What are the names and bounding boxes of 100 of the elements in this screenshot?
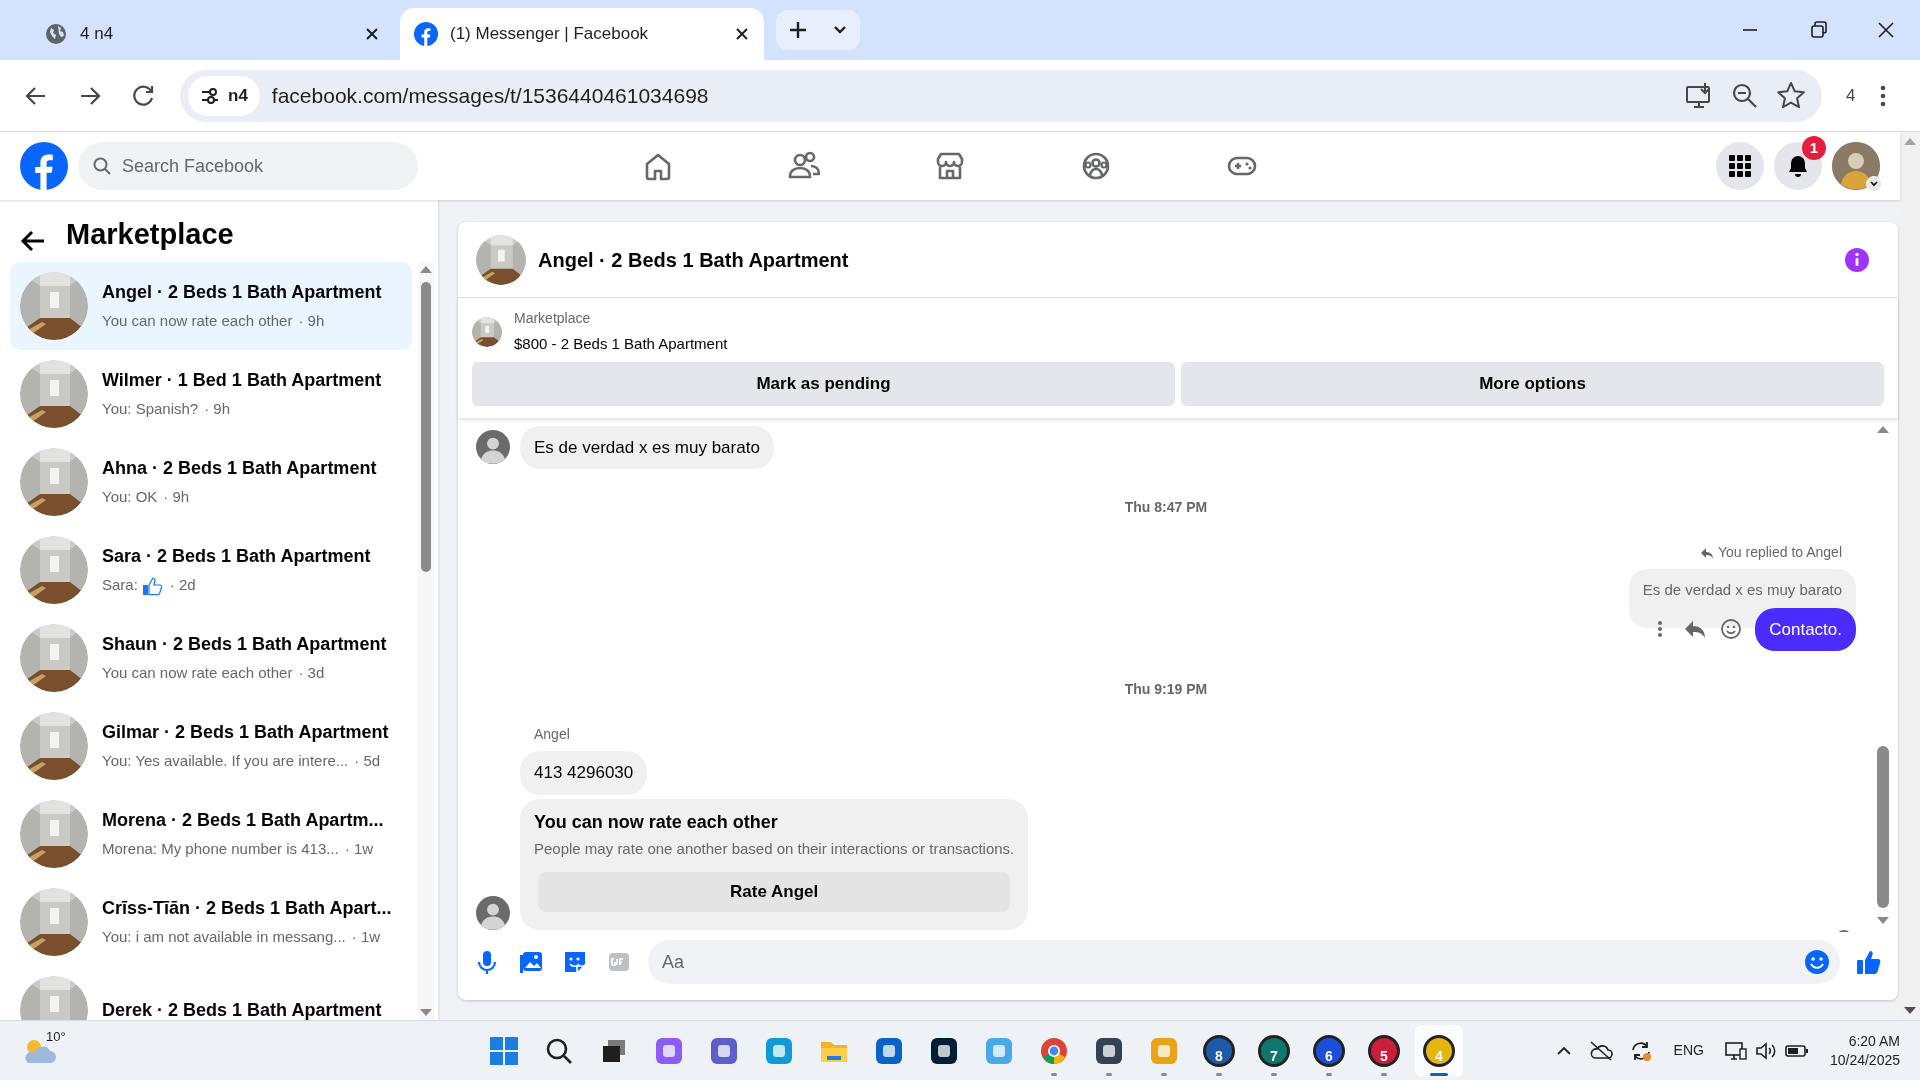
emoji-icon[interactable]: [1804, 949, 1830, 975]
url-text: facebook.com/messages/t/1536440461034698: [271, 82, 710, 109]
conversation-name: Angel · 2 Beds 1 Bath Apartment: [102, 281, 382, 305]
message-time: · 2d: [169, 575, 196, 596]
gauge-icon: 8: [1203, 1034, 1235, 1067]
conversation-name: Shaun · 2 Beds 1 Bath Apartment: [102, 633, 387, 657]
sidebar-title: Marketplace: [66, 217, 234, 252]
scroll-down-icon[interactable]: [1903, 1006, 1917, 1016]
browser-tab[interactable]: 4 n4: [30, 8, 394, 60]
taskbar-app[interactable]: 7: [1250, 1024, 1298, 1077]
taskbar-app[interactable]: 5: [1360, 1024, 1408, 1077]
clock-time[interactable]: 6:20 AM: [1848, 1031, 1900, 1051]
rate-button[interactable]: Rate Angel: [538, 872, 1011, 912]
card-text: People may rate one another based on their interactions or transactions.: [534, 838, 1015, 859]
conversation-name: Ahna · 2 Beds 1 Bath Apartment: [102, 457, 377, 481]
message-time: · 1w: [344, 839, 374, 860]
app-icon: [764, 1035, 794, 1066]
emoji-icon[interactable]: [1719, 617, 1744, 642]
message-time: · 3d: [298, 663, 325, 684]
app-icon: [1149, 1035, 1179, 1066]
profile-avatar[interactable]: [1832, 142, 1880, 190]
browser-icon: [1039, 1035, 1069, 1066]
gauge-icon: 6: [1313, 1034, 1345, 1067]
browser-tab[interactable]: (1) Messenger | Facebook: [400, 8, 764, 60]
listing-action-button[interactable]: Mark as pending: [472, 361, 1175, 406]
notification-badge: 1: [1802, 136, 1826, 160]
scrollbar-thumb[interactable]: [421, 282, 431, 572]
windows-logo-icon: [489, 1035, 519, 1066]
conversation-name: Morena · 2 Beds 1 Bath Apartm...: [102, 809, 384, 833]
gauge-icon: 5: [1368, 1034, 1400, 1067]
chevron-down-icon: [1869, 179, 1879, 189]
bell-icon: [1786, 154, 1810, 178]
close-icon[interactable]: [734, 26, 750, 42]
message-preview: Morena: My phone number is 413...: [102, 839, 339, 860]
account-menu-button[interactable]: [1866, 176, 1882, 192]
timestamp: Thu 9:19 PM: [1124, 680, 1208, 699]
search-field[interactable]: Search Facebook: [78, 142, 418, 190]
message-bubble: Es de verdad x es muy barato: [520, 425, 774, 469]
message-time: · 5d: [354, 751, 381, 772]
scroll-down-icon[interactable]: [419, 1008, 433, 1018]
info-icon[interactable]: [1844, 246, 1870, 273]
temperature: 10°: [46, 1027, 66, 1046]
taskbar-app[interactable]: 6: [1305, 1024, 1353, 1077]
app-icon: [984, 1035, 1014, 1066]
globe-icon: [44, 22, 68, 46]
search-icon: [92, 156, 112, 176]
message-preview: You can now rate each other: [102, 311, 293, 332]
listing-title: $800 - 2 Beds 1 Bath Apartment: [514, 334, 728, 354]
conversation-name: Wilmer · 1 Bed 1 Bath Apartment: [102, 369, 382, 393]
network-icon[interactable]: [1723, 1039, 1748, 1062]
message-time: · 9h: [163, 487, 190, 508]
listing-label: Marketplace: [514, 309, 592, 328]
tune-icon: [200, 85, 220, 106]
clock-date[interactable]: 10/24/2025: [1829, 1050, 1900, 1070]
gauge-icon: 7: [1258, 1034, 1290, 1067]
reply-label: You replied to Angel: [1717, 543, 1842, 562]
app-icon: [929, 1035, 959, 1066]
app-icon: [654, 1035, 684, 1066]
avatar: [476, 430, 510, 465]
message-bubble: Contacto.: [1755, 607, 1856, 651]
message-time: · 9h: [298, 311, 325, 332]
conversation-name: Sara · 2 Beds 1 Bath Apartment: [102, 545, 371, 569]
language-indicator[interactable]: ENG: [1673, 1040, 1704, 1061]
message-preview: You: i am not available in messang...: [102, 927, 346, 948]
message-preview: You can now rate each other: [102, 663, 293, 684]
address-bar[interactable]: n4 facebook.com/messages/t/1536440461034698: [180, 69, 1822, 122]
gauge-icon: 4: [1423, 1034, 1455, 1067]
message-preview: You: Yes available. If you are intere...: [102, 751, 349, 772]
tab-title: (1) Messenger | Facebook: [450, 23, 650, 46]
avatar: [476, 896, 510, 930]
message-time: · 9h: [204, 399, 231, 420]
app-icon: [874, 1035, 904, 1066]
grid-icon: [1729, 155, 1751, 177]
chat-title: Angel · 2 Beds 1 Bath Apartment: [538, 247, 850, 273]
tab-title: 4 n4: [80, 23, 115, 46]
taskbar-app[interactable]: 8: [1195, 1024, 1243, 1077]
conversation-name: Gilmar · 2 Beds 1 Bath Apartment: [102, 721, 389, 745]
timestamp: Thu 8:47 PM: [1124, 498, 1208, 517]
profile-label[interactable]: 4: [1846, 82, 1856, 109]
message-bubble: 413 4296030: [520, 751, 648, 795]
message-input[interactable]: Aa: [648, 940, 1840, 984]
card-title: You can now rate each other: [534, 810, 779, 834]
menu-button[interactable]: [1716, 142, 1764, 190]
conversation-name: Derek · 2 Beds 1 Bath Apartment: [102, 998, 382, 1020]
message-time: · 1w: [351, 927, 381, 948]
scroll-up-icon[interactable]: [419, 264, 433, 274]
app-icon: [1094, 1035, 1124, 1066]
message-preview: Sara:: [102, 575, 138, 596]
app-icon: [709, 1035, 739, 1066]
listing-action-button[interactable]: More options: [1181, 361, 1884, 406]
scrollbar-thumb[interactable]: [1877, 746, 1889, 908]
site-info-button[interactable]: n4: [188, 75, 260, 116]
facebook-logo-icon: [414, 22, 438, 46]
close-icon[interactable]: [364, 26, 380, 42]
conversation-item[interactable]: Angel · 2 Beds 1 Bath Apartment You can now rate each other · 9h: [10, 262, 412, 350]
message-preview: You: OK: [102, 487, 158, 508]
scroll-down-icon[interactable]: [1876, 916, 1890, 926]
sender-name: Angel: [534, 725, 571, 744]
facebook-logo-icon[interactable]: [20, 142, 68, 190]
back-arrow-icon[interactable]: [20, 228, 46, 254]
